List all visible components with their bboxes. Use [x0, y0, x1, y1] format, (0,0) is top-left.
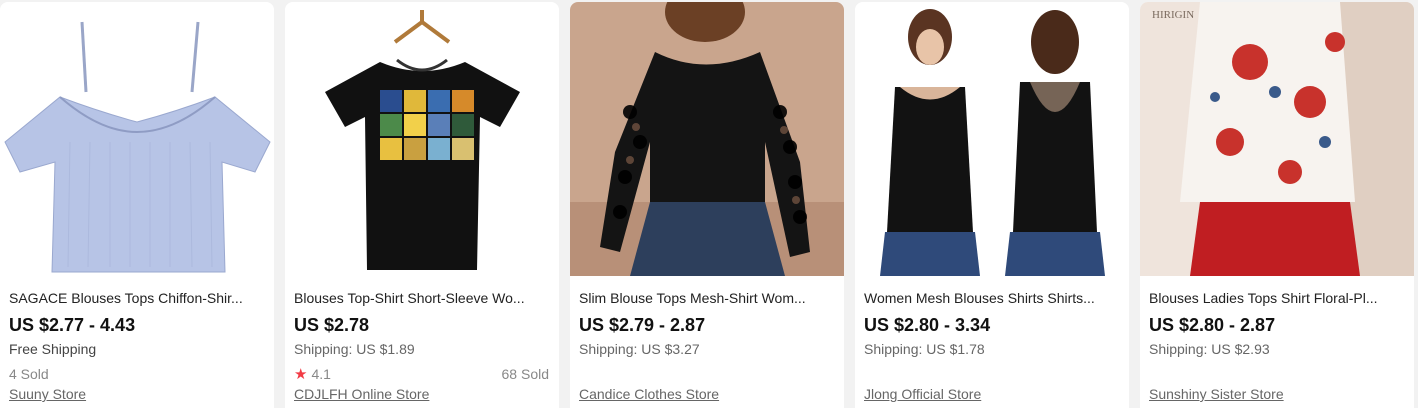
product-card[interactable]: HIRIGIN Blouses Ladies Tops Shirt Floral… [1140, 2, 1414, 408]
watermark-logo: HIRIGIN [1152, 9, 1194, 21]
product-title[interactable]: SAGACE Blouses Tops Chiffon-Shir... [9, 289, 265, 307]
product-card[interactable]: Blouses Top-Shirt Short-Sleeve Wo... US … [285, 2, 559, 408]
product-grid: SAGACE Blouses Tops Chiffon-Shir... US $… [0, 0, 1418, 408]
rating-value: 4.1 [311, 366, 331, 382]
product-title[interactable]: Blouses Top-Shirt Short-Sleeve Wo... [294, 289, 550, 307]
store-link[interactable]: Sunshiny Sister Store [1149, 384, 1284, 404]
product-image[interactable]: HIRIGIN [1140, 2, 1414, 276]
shipping-info: Shipping: US $1.78 [864, 341, 985, 357]
product-price: US $2.79 - 2.87 [579, 315, 706, 335]
product-price: US $2.78 [294, 315, 370, 335]
shipping-info: Shipping: US $3.27 [579, 341, 700, 357]
sold-count: 4 Sold [9, 366, 49, 382]
product-image[interactable] [570, 2, 844, 276]
product-image[interactable] [855, 2, 1129, 276]
store-link[interactable]: Jlong Official Store [864, 384, 981, 404]
shipping-info: Shipping: US $1.89 [294, 341, 415, 357]
store-link[interactable]: Suuny Store [9, 384, 86, 404]
product-price: US $2.80 - 3.34 [864, 315, 991, 335]
product-price: US $2.80 - 2.87 [1149, 315, 1276, 335]
product-card[interactable]: Women Mesh Blouses Shirts Shirts... US $… [855, 2, 1129, 408]
shipping-info: Free Shipping [9, 341, 97, 357]
product-price: US $2.77 - 4.43 [9, 315, 136, 335]
product-rating: ★ 4.1 [294, 364, 331, 385]
shipping-info: Shipping: US $2.93 [1149, 341, 1270, 357]
product-title[interactable]: Slim Blouse Tops Mesh-Shirt Wom... [579, 289, 835, 307]
product-image[interactable] [0, 2, 274, 276]
sold-count: 68 Sold [501, 366, 549, 382]
product-title[interactable]: Women Mesh Blouses Shirts Shirts... [864, 289, 1120, 307]
product-title[interactable]: Blouses Ladies Tops Shirt Floral-Pl... [1149, 289, 1405, 307]
product-image[interactable] [285, 2, 559, 276]
product-card[interactable]: SAGACE Blouses Tops Chiffon-Shir... US $… [0, 2, 274, 408]
store-link[interactable]: CDJLFH Online Store [294, 384, 429, 404]
store-link[interactable]: Candice Clothes Store [579, 384, 719, 404]
star-icon: ★ [294, 366, 308, 383]
product-card[interactable]: Slim Blouse Tops Mesh-Shirt Wom... US $2… [570, 2, 844, 408]
